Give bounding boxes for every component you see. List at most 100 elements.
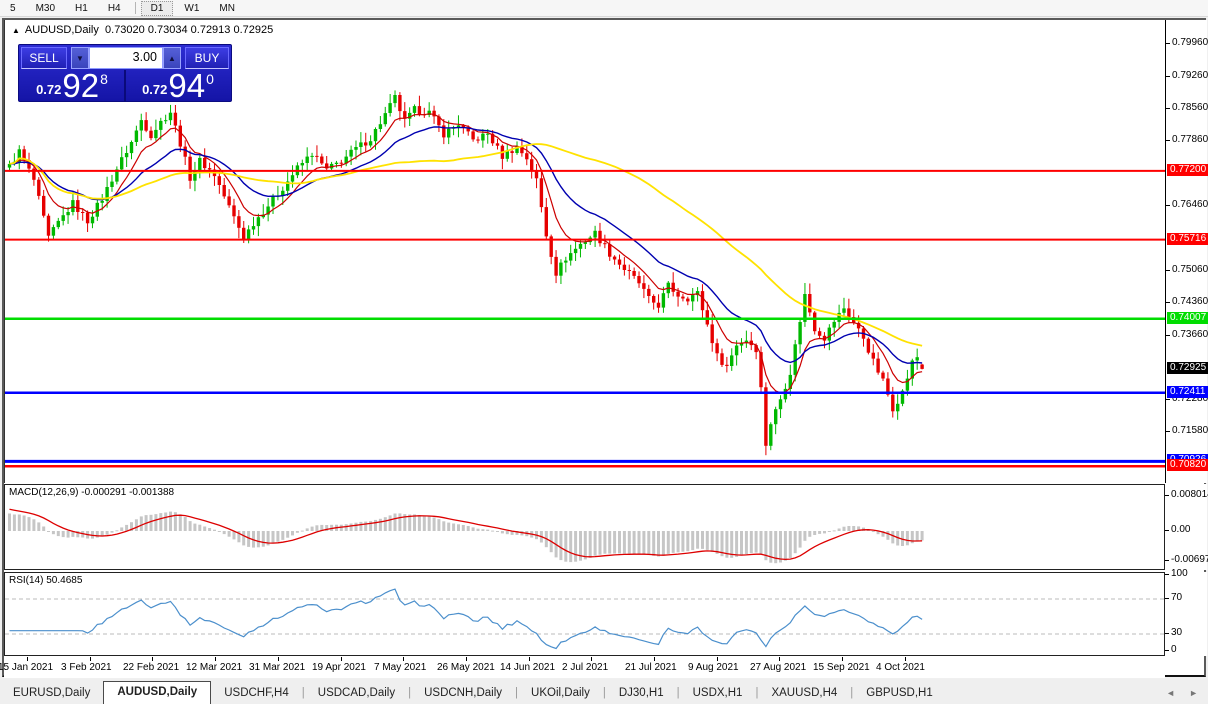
- volume-increase-button[interactable]: ▲: [163, 47, 181, 69]
- date-tick: [654, 657, 655, 661]
- date-tick-label: 19 Apr 2021: [312, 662, 366, 673]
- date-tick-label: 12 Mar 2021: [186, 662, 243, 673]
- tab-UKOil-Daily[interactable]: UKOil,Daily: [518, 683, 603, 704]
- rsi-pane[interactable]: RSI(14) 50.4685: [4, 572, 1165, 656]
- axis-tick: [1165, 598, 1169, 599]
- date-tick-label: 7 May 2021: [374, 662, 427, 673]
- axis-tick: [1166, 302, 1170, 303]
- date-tick: [591, 657, 592, 661]
- tab-scroll-left-icon[interactable]: ◄: [1166, 688, 1175, 698]
- buy-button[interactable]: BUY: [185, 47, 229, 69]
- axis-tick: [1166, 140, 1170, 141]
- buy-price-main: 94: [168, 67, 206, 104]
- date-tick-label: 2 Jul 2021: [562, 662, 609, 673]
- price-tick-label: 0.77860: [1172, 134, 1208, 145]
- axis-tick: [1166, 205, 1170, 206]
- price-tick-label: 0.76460: [1172, 199, 1208, 210]
- macd-canvas[interactable]: [5, 485, 1165, 569]
- tab-USDCAD-Daily[interactable]: USDCAD,Daily: [305, 683, 408, 704]
- macd-pane[interactable]: MACD(12,26,9) -0.000291 -0.001388: [4, 484, 1165, 570]
- timeframe-H4-button[interactable]: H4: [99, 2, 130, 15]
- mt4-application: 5 M30 H1 H4 D1 W1 MN ▲ AUDUSD,Daily 0.73020 0.7…: [0, 0, 1208, 704]
- timeframe-MN-button[interactable]: MN: [210, 2, 244, 15]
- rsi-tick-label: 30: [1171, 627, 1183, 638]
- axis-tick: [1166, 335, 1170, 336]
- tab-EURUSD-Daily[interactable]: EURUSD,Daily: [0, 683, 103, 704]
- date-tick-label: 9 Aug 2021: [688, 662, 739, 673]
- axis-tick: [1166, 399, 1170, 400]
- price-tick-label: 0.74360: [1172, 296, 1208, 307]
- macd-tick-label: 0.00: [1171, 524, 1191, 535]
- chart-ohlc-values: 0.73020 0.73034 0.72913 0.72925: [105, 24, 274, 36]
- date-tick: [466, 657, 467, 661]
- price-tick-label: 0.79260: [1172, 70, 1208, 81]
- price-divider: [124, 70, 126, 102]
- sell-price-pip: 8: [100, 71, 108, 87]
- date-tick: [779, 657, 780, 661]
- buy-price-pip: 0: [206, 71, 214, 87]
- date-tick-label: 26 May 2021: [437, 662, 495, 673]
- chart-title: ▲ AUDUSD,Daily 0.73020 0.73034 0.72913 0.…: [12, 24, 273, 36]
- tab-GBPUSD-H1[interactable]: GBPUSD,H1: [853, 683, 945, 704]
- tab-scroll-right-icon[interactable]: ►: [1189, 688, 1198, 698]
- tab-XAUUSD-H4[interactable]: XAUUSD,H4: [758, 683, 850, 704]
- toolbar-separator: [134, 2, 136, 14]
- price-tick-label: 0.75060: [1172, 264, 1208, 275]
- volume-decrease-button[interactable]: ▼: [71, 47, 89, 69]
- buy-price[interactable]: 0.72 94 0: [127, 67, 229, 104]
- collapse-icon[interactable]: ▲: [12, 26, 20, 35]
- date-axis: 15 Jan 2021 3 Feb 2021 22 Feb 2021 12 Ma…: [0, 657, 1165, 678]
- date-tick-label: 14 Jun 2021: [500, 662, 556, 673]
- sell-button[interactable]: SELL: [21, 47, 67, 69]
- price-axis: 0.79960 0.79260 0.78560 0.77860 0.76460 0.750…: [1165, 20, 1208, 483]
- sell-price[interactable]: 0.72 92 8: [21, 67, 123, 104]
- tab-USDX-H1[interactable]: USDX,H1: [680, 683, 756, 704]
- chart-tab-bar: EURUSD,Daily AUDUSD,Daily USDCHF,H4 | USDCAD…: [0, 679, 1208, 704]
- tab-USDCHF-H4[interactable]: USDCHF,H4: [211, 683, 302, 704]
- axis-tick: [1166, 76, 1170, 77]
- date-tick-label: 3 Feb 2021: [61, 662, 112, 673]
- current-price-marker: 0.72925: [1167, 362, 1208, 374]
- date-tick: [278, 657, 279, 661]
- timeframe-M30-button[interactable]: M30: [27, 2, 64, 15]
- axis-tick: [1166, 431, 1170, 432]
- sell-price-prefix: 0.72: [36, 82, 62, 97]
- macd-axis: 0.008014 0.00 -0.00697: [1165, 484, 1208, 570]
- timeframe-W1-button[interactable]: W1: [175, 2, 208, 15]
- price-tick-label: 0.78560: [1172, 102, 1208, 113]
- tab-AUDUSD-Daily[interactable]: AUDUSD,Daily: [103, 681, 212, 704]
- date-tick: [529, 657, 530, 661]
- one-click-trade-panel: SELL ▼ 3.00 ▲ BUY 0.72 92 8 0.72 94 0: [18, 44, 232, 102]
- level-price-marker: 0.75716: [1167, 233, 1208, 245]
- date-tick: [27, 657, 28, 661]
- date-tick-label: 21 Jul 2021: [625, 662, 677, 673]
- rsi-label: RSI(14) 50.4685: [9, 575, 83, 586]
- axis-tick: [1165, 560, 1169, 561]
- date-tick: [341, 657, 342, 661]
- chart-symbol-label: AUDUSD,Daily: [24, 24, 99, 36]
- axis-tick: [1165, 633, 1169, 634]
- tab-USDCNH-Daily[interactable]: USDCNH,Daily: [411, 683, 515, 704]
- rsi-canvas[interactable]: [5, 573, 1165, 655]
- date-tick: [90, 657, 91, 661]
- timeframe-H1-button[interactable]: H1: [66, 2, 97, 15]
- sell-price-main: 92: [62, 67, 100, 104]
- axis-tick: [1166, 108, 1170, 109]
- level-price-marker: 0.77200: [1167, 164, 1208, 176]
- rsi-tick-label: 0: [1171, 644, 1177, 655]
- volume-input[interactable]: 3.00: [89, 47, 163, 69]
- price-tick-label: 0.71580: [1172, 425, 1208, 436]
- date-tick: [215, 657, 216, 661]
- date-tick: [717, 657, 718, 661]
- rsi-tick-label: 70: [1171, 592, 1183, 603]
- price-tick-label: 0.79960: [1172, 37, 1208, 48]
- level-price-marker: 0.72411: [1167, 386, 1208, 398]
- timeframe-D1-button[interactable]: D1: [140, 0, 174, 16]
- axis-tick: [1165, 495, 1169, 496]
- axis-tick: [1166, 43, 1170, 44]
- tab-DJ30-H1[interactable]: DJ30,H1: [606, 683, 677, 704]
- timeframe-5-button[interactable]: 5: [1, 2, 25, 15]
- level-price-marker: 0.70820: [1167, 459, 1208, 471]
- date-tick: [842, 657, 843, 661]
- date-tick-label: 22 Feb 2021: [123, 662, 180, 673]
